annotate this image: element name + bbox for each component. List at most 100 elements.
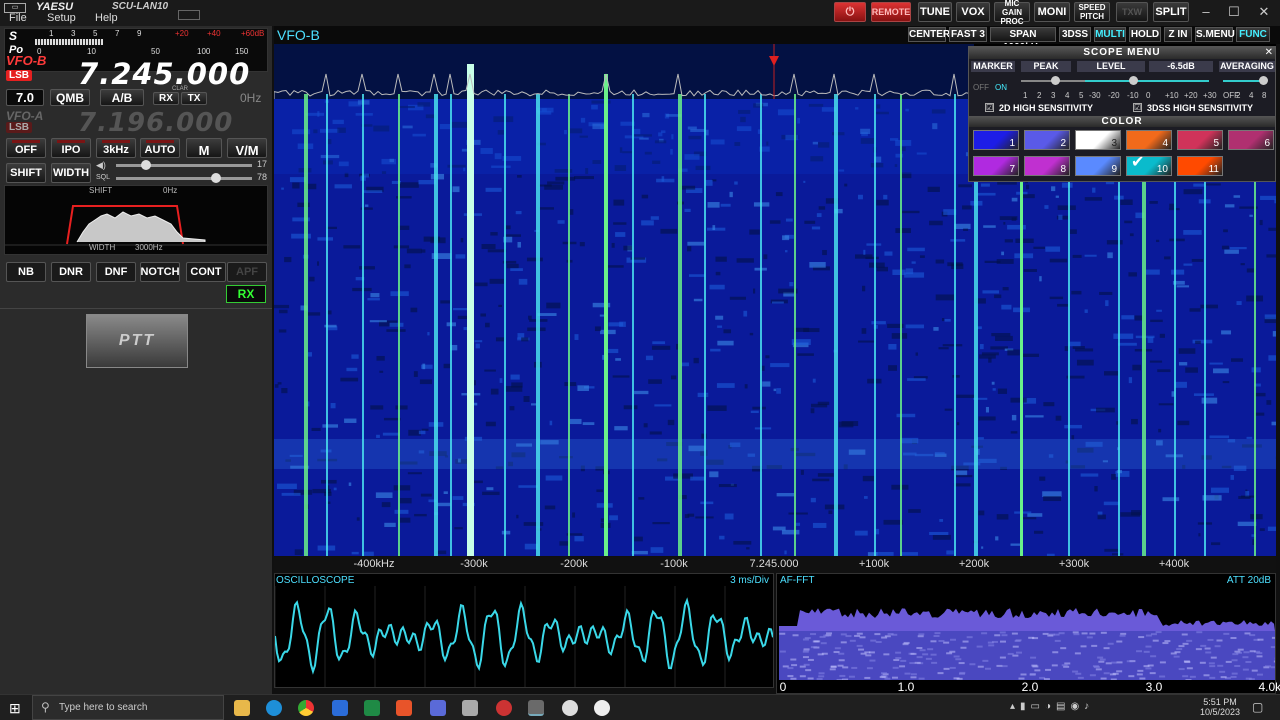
mic-gain-label: MIC GAIN: [1002, 0, 1022, 17]
app-icon-grey[interactable]: [462, 700, 478, 716]
vox-button[interactable]: VOX: [956, 2, 990, 22]
mic-proc-button[interactable]: MIC GAIN PROC: [994, 0, 1030, 26]
peak-knob[interactable]: [1051, 76, 1060, 85]
txw-button[interactable]: TXW: [1116, 2, 1148, 22]
app-icon-white[interactable]: [562, 700, 578, 716]
outlook-icon[interactable]: [332, 700, 348, 716]
frequency-tick: +200k: [958, 558, 990, 570]
color-swatch-1[interactable]: 1: [973, 130, 1019, 150]
row2-auto-button[interactable]: AUTO: [140, 138, 180, 158]
scope-z-in-button[interactable]: Z IN: [1164, 27, 1192, 42]
sens-3dss-checkbox[interactable]: ☑: [1133, 103, 1142, 112]
row2-m-button[interactable]: M: [186, 138, 222, 158]
dsp-dnr-button[interactable]: DNR: [51, 262, 91, 282]
width-button[interactable]: WIDTH: [51, 163, 91, 183]
taskbar-clock[interactable]: 5:51 PM 10/5/2023: [1200, 697, 1240, 717]
sql-knob[interactable]: [210, 173, 221, 183]
split-button[interactable]: SPLIT: [1153, 2, 1189, 22]
sens-2d-checkbox[interactable]: ☑: [985, 103, 994, 112]
scope-s-menu-button[interactable]: S.MENU: [1195, 27, 1235, 42]
sql-slider[interactable]: [116, 173, 252, 183]
affft-tick: 4.0k: [1258, 680, 1280, 694]
clar-rx-button[interactable]: RX: [153, 92, 179, 105]
color-swatch-5[interactable]: 5: [1177, 130, 1223, 150]
maximize-icon[interactable]: ☐: [1220, 4, 1248, 20]
dsp-cont-button[interactable]: CONT: [186, 262, 226, 282]
color-swatch-8[interactable]: 8: [1024, 156, 1070, 176]
remote-button[interactable]: REMOTE: [871, 2, 911, 22]
frequency-tick: -200k: [560, 558, 588, 570]
color-swatch-10[interactable]: ✔ 10: [1126, 154, 1172, 176]
scope-func-button[interactable]: FUNC: [1236, 27, 1270, 42]
scope-span-1000khz-button[interactable]: SPAN 1000kHz: [990, 27, 1056, 53]
minimize-icon[interactable]: –: [1192, 4, 1220, 19]
excel-icon[interactable]: [364, 700, 380, 716]
row2-3khz-button[interactable]: 3kHz: [96, 138, 136, 158]
vfo-b-frequency: 7.245.000: [78, 57, 251, 91]
marker-on[interactable]: ON: [995, 83, 1007, 92]
taskbar-search-box[interactable]: ⚲ Type here to search: [32, 695, 224, 720]
dsp-apf-button[interactable]: APF: [227, 262, 267, 282]
step-display[interactable]: 7.0: [6, 89, 44, 106]
edge-icon[interactable]: [266, 700, 282, 716]
system-tray-icons[interactable]: ▴▮▭◑▤◉♪: [1010, 701, 1094, 712]
windows-start-icon[interactable]: ⊞: [9, 700, 21, 717]
menu-setup[interactable]: Setup: [47, 12, 76, 24]
af-gain-slider[interactable]: [116, 160, 252, 170]
tune-button[interactable]: TUNE: [918, 2, 952, 22]
averaging-knob[interactable]: [1259, 76, 1268, 85]
clar-tx-button[interactable]: TX: [181, 92, 207, 105]
notifications-icon[interactable]: ▢: [1252, 700, 1263, 714]
app-icon-light[interactable]: [594, 700, 610, 716]
color-swatch-4[interactable]: 4: [1126, 130, 1172, 150]
swatch-number: 1: [1009, 138, 1015, 149]
color-swatch-11[interactable]: 11: [1177, 156, 1223, 176]
row2-v-m-button[interactable]: V/M: [227, 138, 267, 158]
scope-menu-close-icon[interactable]: ✕: [1265, 47, 1273, 58]
ab-button[interactable]: A/B: [100, 89, 144, 106]
row2-off-button[interactable]: OFF: [6, 138, 46, 158]
scope-center-button[interactable]: CENTER: [908, 27, 950, 42]
search-placeholder: Type here to search: [59, 702, 148, 713]
button-indicator: [12, 140, 40, 143]
file-explorer-icon[interactable]: [234, 700, 250, 716]
scope-fast-3-button[interactable]: FAST 3: [949, 27, 987, 42]
scope-hold-button[interactable]: HOLD: [1129, 27, 1161, 42]
chrome-icon[interactable]: [298, 700, 314, 716]
color-swatch-9[interactable]: 9: [1075, 156, 1121, 176]
swatch-number: 9: [1111, 164, 1117, 175]
app-icon-red[interactable]: [496, 700, 512, 716]
affft-title: AF-FFT: [780, 575, 815, 586]
dsp-dnf-button[interactable]: DNF: [96, 262, 136, 282]
ptt-button[interactable]: PTT: [86, 314, 188, 368]
menu-file[interactable]: File: [9, 12, 27, 24]
level-tick: 0: [1146, 91, 1151, 100]
color-swatch-7[interactable]: 7: [973, 156, 1019, 176]
s-meter-bar: [35, 39, 103, 45]
color-swatch-3[interactable]: 3: [1075, 130, 1121, 150]
dsp-nb-button[interactable]: NB: [6, 262, 46, 282]
level-knob[interactable]: [1129, 76, 1138, 85]
menu-help[interactable]: Help: [95, 12, 118, 24]
scope-multi-button[interactable]: MULTI: [1094, 27, 1126, 42]
app-icon-blue[interactable]: [430, 700, 446, 716]
clock-time: 5:51 PM: [1203, 697, 1237, 707]
scu-lan10-taskbar-icon[interactable]: [528, 700, 544, 716]
af-gain-knob[interactable]: [141, 160, 152, 170]
level-tick: -30: [1089, 91, 1101, 100]
row2-ipo-button[interactable]: IPO: [51, 138, 91, 158]
qmb-button[interactable]: QMB: [50, 89, 90, 106]
speed-pitch-button[interactable]: SPEED PITCH: [1074, 2, 1110, 22]
brave-icon[interactable]: [396, 700, 412, 716]
moni-button[interactable]: MONI: [1034, 2, 1070, 22]
power-button[interactable]: ⏻: [834, 2, 866, 22]
dsp-notch-button[interactable]: NOTCH: [140, 262, 180, 282]
marker-off[interactable]: OFF: [973, 83, 989, 92]
color-swatch-2[interactable]: 2: [1024, 130, 1070, 150]
shift-button[interactable]: SHIFT: [6, 163, 46, 183]
close-icon[interactable]: ✕: [1250, 4, 1278, 20]
swatch-number: 4: [1162, 138, 1168, 149]
scope-3dss-button[interactable]: 3DSS: [1059, 27, 1091, 42]
level-slider[interactable]: [1085, 80, 1209, 82]
color-swatch-6[interactable]: 6: [1228, 130, 1274, 150]
